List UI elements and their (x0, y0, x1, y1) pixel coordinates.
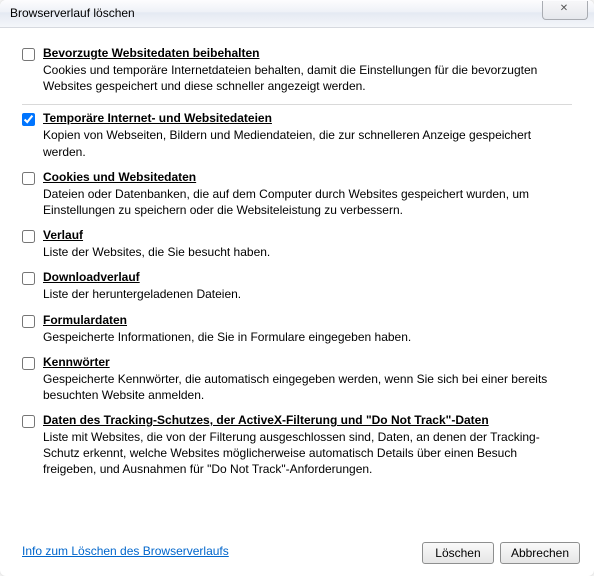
option-title: Verlauf (43, 228, 83, 242)
option-description: Liste der Websites, die Sie besucht habe… (43, 244, 572, 260)
option-tracking-protection: Daten des Tracking-Schutzes, der ActiveX… (22, 413, 572, 478)
option-passwords: Kennwörter Gespeicherte Kennwörter, die … (22, 355, 572, 403)
cancel-button[interactable]: Abbrechen (500, 542, 580, 564)
option-description: Liste der heruntergeladenen Dateien. (43, 286, 572, 302)
option-history: Verlauf Liste der Websites, die Sie besu… (22, 228, 572, 260)
option-title: Kennwörter (43, 355, 110, 369)
option-temp-internet-files: Temporäre Internet- und Websitedateien K… (22, 111, 572, 159)
option-title: Bevorzugte Websitedaten beibehalten (43, 46, 260, 60)
option-title: Downloadverlauf (43, 270, 140, 284)
option-title: Daten des Tracking-Schutzes, der ActiveX… (43, 413, 489, 427)
option-title: Formulardaten (43, 313, 127, 327)
delete-button[interactable]: Löschen (422, 542, 494, 564)
dialog-window: Browserverlauf löschen ✕ Bevorzugte Webs… (0, 0, 594, 576)
option-description: Dateien oder Datenbanken, die auf dem Co… (43, 186, 572, 218)
checkbox-cookies[interactable] (22, 172, 35, 185)
checkbox-preserve-favorites[interactable] (22, 48, 35, 61)
help-link[interactable]: Info zum Löschen des Browserverlaufs (22, 544, 229, 558)
checkbox-temp-internet-files[interactable] (22, 113, 35, 126)
option-title: Temporäre Internet- und Websitedateien (43, 111, 272, 125)
option-description: Cookies und temporäre Internetdateien be… (43, 62, 572, 94)
option-download-history: Downloadverlauf Liste der heruntergelade… (22, 270, 572, 302)
option-description: Liste mit Websites, die von der Filterun… (43, 429, 572, 478)
checkbox-passwords[interactable] (22, 357, 35, 370)
close-button[interactable]: ✕ (542, 1, 588, 20)
close-icon: ✕ (560, 3, 570, 14)
checkbox-download-history[interactable] (22, 272, 35, 285)
option-title: Cookies und Websitedaten (43, 170, 196, 184)
divider (22, 104, 572, 105)
option-description: Kopien von Webseiten, Bildern und Medien… (43, 127, 572, 159)
option-preserve-favorites: Bevorzugte Websitedaten beibehalten Cook… (22, 46, 572, 94)
option-form-data: Formulardaten Gespeicherte Informationen… (22, 313, 572, 345)
window-title: Browserverlauf löschen (10, 6, 135, 20)
titlebar: Browserverlauf löschen ✕ (0, 0, 594, 28)
button-row: Löschen Abbrechen (422, 542, 580, 564)
checkbox-tracking-protection[interactable] (22, 415, 35, 428)
option-description: Gespeicherte Kennwörter, die automatisch… (43, 371, 572, 403)
content-area: Bevorzugte Websitedaten beibehalten Cook… (14, 40, 580, 522)
footer: Info zum Löschen des Browserverlaufs Lös… (0, 528, 594, 576)
checkbox-history[interactable] (22, 230, 35, 243)
option-cookies: Cookies und Websitedaten Dateien oder Da… (22, 170, 572, 218)
option-description: Gespeicherte Informationen, die Sie in F… (43, 329, 572, 345)
checkbox-form-data[interactable] (22, 315, 35, 328)
